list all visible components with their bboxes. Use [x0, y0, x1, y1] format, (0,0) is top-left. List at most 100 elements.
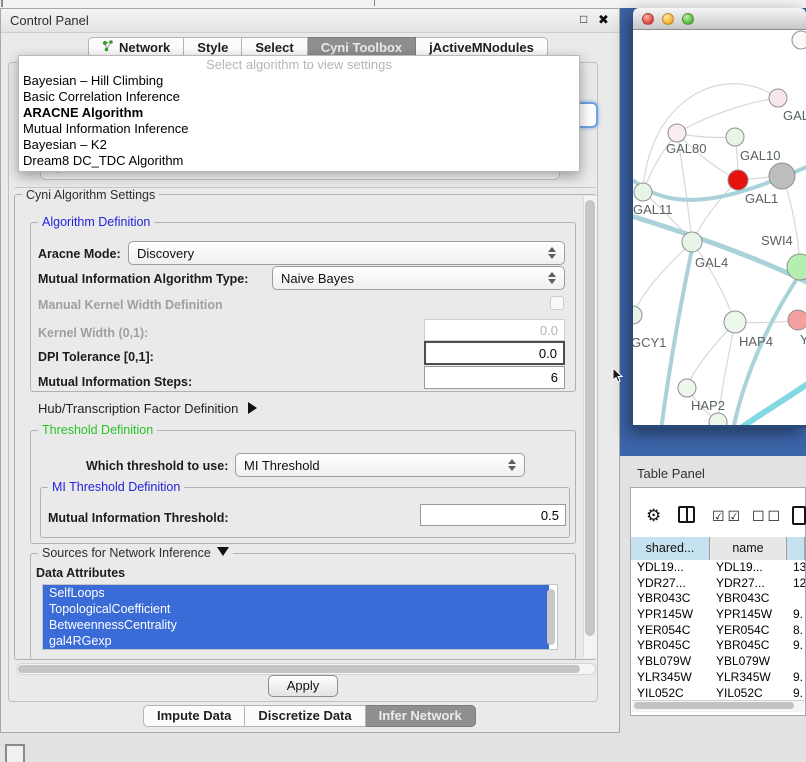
table-cell: YDR27... [631, 576, 710, 592]
minimize-window-button[interactable] [662, 13, 674, 25]
network-node[interactable] [709, 413, 727, 425]
table-row[interactable]: YBR043CYBR043C [631, 591, 805, 607]
which-threshold-combobox[interactable]: MI Threshold [235, 453, 525, 477]
dpi-tolerance-field[interactable]: 0.0 [424, 341, 565, 365]
table-cell: YBR045C [631, 638, 710, 654]
table-row[interactable]: YBR045CYBR045C9. [631, 638, 805, 654]
network-node-gal11[interactable] [634, 183, 652, 201]
table-cell: 9. [787, 686, 805, 700]
network-node-hap2[interactable] [678, 379, 696, 397]
select-all-rows-icon[interactable]: ☑☑ [712, 506, 743, 526]
table-cell: YDL19... [710, 560, 787, 576]
mi-steps-field[interactable]: 6 [424, 366, 565, 389]
algorithm-option-basic-correlation-inference[interactable]: Basic Correlation Inference [19, 89, 579, 105]
node-label-swi4: SWI4 [761, 233, 793, 248]
combobox-arrows-icon [548, 272, 556, 284]
tab-impute-data[interactable]: Impute Data [143, 705, 245, 727]
network-node-gal[interactable] [769, 89, 787, 107]
column-header-shared[interactable]: shared... [631, 537, 710, 560]
which-threshold-label: Which threshold to use: [86, 459, 228, 473]
column-header-name[interactable]: name [710, 537, 787, 560]
table-row[interactable]: YBL079WYBL079W [631, 654, 805, 670]
tab-discretize-data[interactable]: Discretize Data [245, 705, 365, 727]
network-node-gal1[interactable] [728, 170, 748, 190]
network-node-gcy1[interactable] [633, 306, 642, 324]
table-row[interactable]: YIL052CYIL052C9. [631, 686, 805, 700]
mi-type-combobox[interactable]: Naive Bayes [272, 266, 565, 290]
attribute-item-gal4rgexp[interactable]: gal4RGexp [43, 633, 549, 649]
algorithm-option-bayesian-k2[interactable]: Bayesian – K2 [19, 137, 579, 153]
data-attributes-label: Data Attributes [36, 566, 125, 580]
table-cell: YER054C [631, 623, 710, 639]
screen: Control Panel □ ✖ NetworkStyleSelectCyni… [0, 0, 806, 762]
minimized-panel-grip[interactable] [5, 744, 25, 762]
network-node-gal80[interactable] [668, 124, 686, 142]
node-label-hap4: HAP4 [739, 334, 773, 349]
network-node-hap4[interactable] [724, 311, 746, 333]
table-row[interactable]: YDL19...YDL19...13 [631, 560, 805, 576]
hub-definition-toggle[interactable]: Hub/Transcription Factor Definition [38, 401, 257, 416]
network-node-y[interactable] [788, 310, 806, 330]
network-edge [687, 322, 735, 388]
table-header-row: shared...name [631, 537, 805, 560]
tab-discretize-data-label: Discretize Data [258, 706, 351, 726]
network-canvas[interactable]: GALGAL80GAL10GAL1GAL11SWI4GAL4GCY1HAP4YH… [633, 30, 806, 425]
network-node-gal10[interactable] [726, 128, 744, 146]
mi-steps-label: Mutual Information Steps: [38, 375, 192, 389]
close-window-icon[interactable]: ✖ [598, 12, 609, 28]
network-window-titlebar[interactable] [633, 8, 806, 30]
split-columns-icon[interactable] [678, 506, 695, 523]
algorithm-option-dream8-dc-tdc-algorithm[interactable]: Dream8 DC_TDC Algorithm [19, 153, 579, 169]
mi-type-label: Mutual Information Algorithm Type: [38, 272, 248, 286]
mouse-cursor [612, 368, 624, 389]
data-attributes-list[interactable]: SelfLoopsTopologicalCoefficientBetweenne… [42, 584, 558, 650]
which-threshold-value: MI Threshold [244, 458, 320, 473]
network-node[interactable] [792, 31, 806, 49]
apply-button[interactable]: Apply [268, 675, 338, 697]
float-window-icon[interactable]: □ [580, 12, 587, 26]
table-cell [787, 654, 805, 670]
deselect-rows-icon[interactable]: ☐☐ [752, 506, 783, 526]
network-node[interactable] [769, 163, 795, 189]
table-row[interactable]: YDR27...YDR27...12 [631, 576, 805, 592]
attribute-item-topologicalcoefficient[interactable]: TopologicalCoefficient [43, 601, 549, 617]
table-body[interactable]: YDL19...YDL19...13YDR27...YDR27...12YBR0… [631, 560, 805, 699]
table-hscrollbar-thumb[interactable] [634, 702, 794, 709]
table-row[interactable]: YLR345WYLR345W9. [631, 670, 805, 686]
export-table-icon[interactable] [792, 506, 806, 525]
column-header-partial[interactable] [787, 537, 805, 560]
table-cell: YBR043C [710, 591, 787, 607]
collapsed-arrow-icon[interactable] [248, 402, 257, 414]
cyni-bottom-tabs: Impute Data Discretize Data Infer Network [143, 705, 476, 727]
zoom-window-button[interactable] [682, 13, 694, 25]
tab-infer-network[interactable]: Infer Network [366, 705, 476, 727]
kernel-width-field[interactable]: 0.0 [424, 319, 565, 341]
settings-scrollbar-thumb[interactable] [585, 200, 595, 636]
network-graph: GALGAL80GAL10GAL1GAL11SWI4GAL4GCY1HAP4YH… [633, 30, 806, 425]
table-cell: 9. [787, 670, 805, 686]
attribute-item-betweennesscentrality[interactable]: BetweennessCentrality [43, 617, 549, 633]
algorithm-option-mutual-information-inference[interactable]: Mutual Information Inference [19, 121, 579, 137]
control-panel-titlebar[interactable] [1, 9, 619, 33]
table-cell: 13 [787, 560, 805, 576]
close-window-button[interactable] [642, 13, 654, 25]
tab-impute-data-label: Impute Data [157, 706, 231, 726]
aracne-mode-combobox[interactable]: Discovery [128, 241, 565, 265]
algorithm-option-bayesian-hill-climbing[interactable]: Bayesian – Hill Climbing [19, 73, 579, 89]
tab-infer-network-label: Infer Network [379, 706, 462, 726]
network-node-gal4[interactable] [682, 232, 702, 252]
attributes-scrollbar-thumb[interactable] [547, 589, 555, 645]
settings-hscrollbar-thumb[interactable] [18, 665, 580, 673]
control-panel-title: Control Panel [10, 13, 89, 28]
expanded-arrow-icon[interactable] [217, 547, 229, 556]
table-row[interactable]: YER054CYER054C8. [631, 623, 805, 639]
table-cell [787, 591, 805, 607]
algorithm-option-aracne-algorithm[interactable]: ARACNE Algorithm [19, 105, 579, 121]
attribute-item-selfloops[interactable]: SelfLoops [43, 585, 549, 601]
sources-title[interactable]: Sources for Network Inference [38, 546, 233, 560]
manual-kernel-checkbox[interactable] [550, 296, 564, 310]
table-cell: YBL079W [631, 654, 710, 670]
mi-threshold-field[interactable]: 0.5 [420, 504, 566, 526]
gear-icon[interactable]: ⚙ [646, 506, 661, 526]
table-row[interactable]: YPR145WYPR145W9. [631, 607, 805, 623]
